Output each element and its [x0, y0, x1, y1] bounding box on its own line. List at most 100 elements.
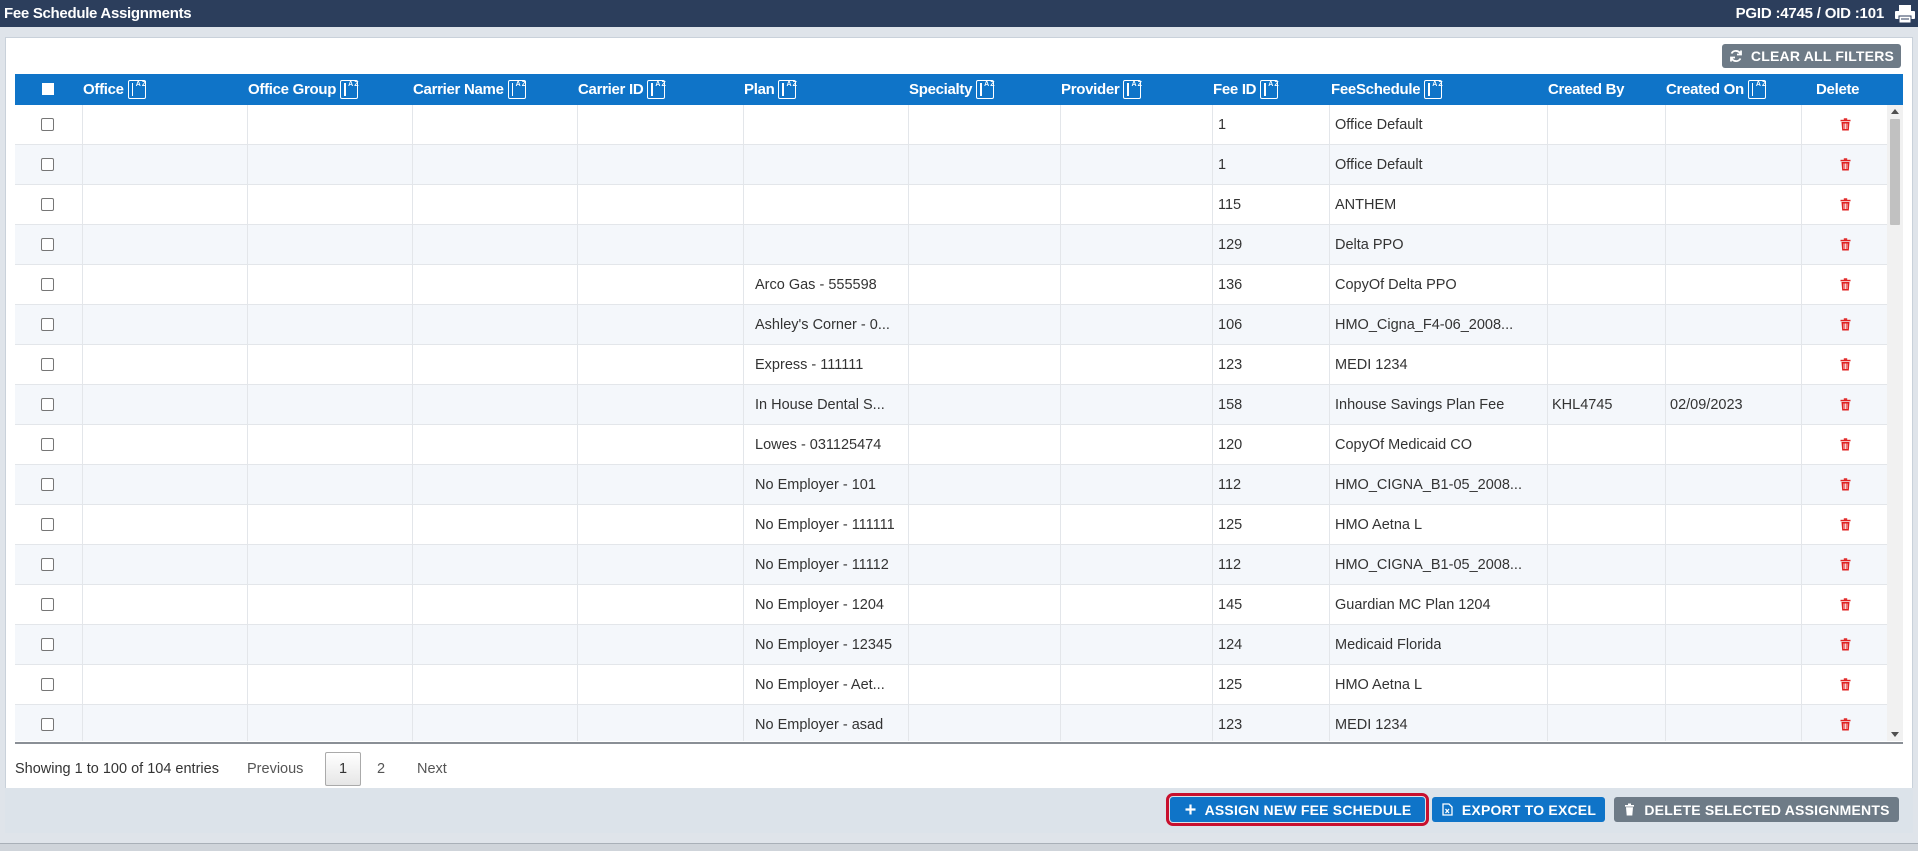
delete-row-trash-icon[interactable] — [1840, 478, 1851, 491]
table-row[interactable]: No Employer - 101 112 HMO_CIGNA_B1-05_2008… — [15, 465, 1887, 505]
clear-all-filters-button[interactable]: CLEAR ALL FILTERS — [1722, 44, 1901, 68]
fee-schedule-cell: HMO_CIGNA_B1-05_2008... — [1335, 477, 1522, 493]
table-row[interactable]: Lowes - 031125474 120 CopyOf Medicaid CO — [15, 425, 1887, 465]
table-row[interactable]: No Employer - 1204 145 Guardian MC Plan 12… — [15, 585, 1887, 625]
delete-row-trash-icon[interactable] — [1840, 398, 1851, 411]
scroll-down-arrow[interactable] — [1891, 732, 1899, 737]
export-to-excel-button[interactable]: EXPORT TO EXCEL — [1432, 797, 1605, 822]
sort-icon[interactable] — [976, 80, 995, 99]
delete-row-trash-icon[interactable] — [1840, 638, 1851, 651]
row-checkbox[interactable] — [41, 318, 54, 331]
col-header-created-on[interactable]: Created On — [1666, 74, 1766, 105]
column-divider — [1329, 265, 1330, 304]
table-row[interactable]: Express - 111111 123 MEDI 1234 — [15, 345, 1887, 385]
column-divider — [247, 465, 248, 504]
row-checkbox[interactable] — [41, 398, 54, 411]
row-checkbox[interactable] — [41, 278, 54, 291]
table-row[interactable]: No Employer - 11112 112 HMO_CIGNA_B1-05_20… — [15, 545, 1887, 585]
column-divider — [1801, 385, 1802, 424]
grid-scrollbar[interactable] — [1887, 105, 1903, 741]
col-header-delete: Delete — [1816, 81, 1860, 98]
col-header-carrier-id[interactable]: Carrier ID — [578, 74, 666, 105]
delete-row-trash-icon[interactable] — [1840, 278, 1851, 291]
sort-icon[interactable] — [647, 80, 666, 99]
delete-row-trash-icon[interactable] — [1840, 318, 1851, 331]
row-checkbox[interactable] — [41, 518, 54, 531]
column-divider — [577, 665, 578, 704]
row-checkbox[interactable] — [41, 198, 54, 211]
delete-row-trash-icon[interactable] — [1840, 438, 1851, 451]
column-divider — [1329, 465, 1330, 504]
row-checkbox[interactable] — [41, 558, 54, 571]
row-checkbox[interactable] — [41, 478, 54, 491]
delete-row-trash-icon[interactable] — [1840, 198, 1851, 211]
table-row[interactable]: No Employer - Aet... 125 HMO Aetna L — [15, 665, 1887, 705]
row-checkbox[interactable] — [41, 678, 54, 691]
table-row[interactable]: No Employer - 12345 124 Medicaid Florida — [15, 625, 1887, 665]
fee-schedule-cell: Delta PPO — [1335, 237, 1404, 253]
table-row[interactable]: In House Dental S... 158 Inhouse Savings P… — [15, 385, 1887, 425]
col-header-office-group[interactable]: Office Group — [248, 74, 359, 105]
row-checkbox[interactable] — [41, 238, 54, 251]
column-divider — [247, 105, 248, 144]
column-divider — [1212, 665, 1213, 704]
col-header-plan[interactable]: Plan — [744, 74, 797, 105]
table-row[interactable]: 1 Office Default — [15, 105, 1887, 145]
table-row[interactable]: Ashley's Corner - 0... 106 HMO_Cigna_F4-06… — [15, 305, 1887, 345]
delete-row-trash-icon[interactable] — [1840, 238, 1851, 251]
delete-row-trash-icon[interactable] — [1840, 518, 1851, 531]
col-header-provider[interactable]: Provider — [1061, 74, 1142, 105]
column-divider — [908, 225, 909, 264]
row-checkbox[interactable] — [41, 158, 54, 171]
row-checkbox[interactable] — [41, 118, 54, 131]
row-checkbox[interactable] — [41, 438, 54, 451]
row-checkbox[interactable] — [41, 638, 54, 651]
column-divider — [1547, 465, 1548, 504]
sort-icon[interactable] — [778, 80, 797, 99]
select-all-checkbox[interactable] — [42, 83, 54, 95]
table-row[interactable]: 129 Delta PPO — [15, 225, 1887, 265]
print-icon[interactable] — [1894, 4, 1916, 24]
page-1-button[interactable]: 1 — [325, 752, 361, 786]
col-header-carrier-name[interactable]: Carrier Name — [413, 74, 526, 105]
scroll-up-arrow[interactable] — [1891, 109, 1899, 114]
delete-row-trash-icon[interactable] — [1840, 598, 1851, 611]
row-checkbox[interactable] — [41, 598, 54, 611]
delete-selected-assignments-button[interactable]: DELETE SELECTED ASSIGNMENTS — [1614, 797, 1899, 822]
col-header-created-by[interactable]: Created By — [1548, 74, 1625, 105]
column-divider — [1212, 585, 1213, 624]
scroll-thumb[interactable] — [1890, 119, 1900, 225]
table-row[interactable]: No Employer - asad 123 MEDI 1234 — [15, 705, 1887, 741]
page-2-button[interactable]: 2 — [377, 761, 385, 777]
col-header-fee-id[interactable]: Fee ID — [1213, 74, 1279, 105]
trash-icon — [1625, 803, 1635, 816]
previous-page-button[interactable]: Previous — [247, 761, 303, 777]
delete-row-trash-icon[interactable] — [1840, 558, 1851, 571]
table-row[interactable]: 115 ANTHEM — [15, 185, 1887, 225]
sort-icon[interactable] — [1123, 80, 1142, 99]
sort-icon[interactable] — [340, 80, 359, 99]
col-header-fee-schedule[interactable]: FeeSchedule — [1331, 74, 1443, 105]
sort-icon[interactable] — [507, 80, 526, 99]
column-divider — [412, 345, 413, 384]
sort-icon[interactable] — [1424, 80, 1443, 99]
table-row[interactable]: Arco Gas - 555598 136 CopyOf Delta PPO — [15, 265, 1887, 305]
col-header-office[interactable]: Office — [83, 74, 146, 105]
row-checkbox[interactable] — [41, 358, 54, 371]
row-checkbox[interactable] — [41, 718, 54, 731]
delete-row-trash-icon[interactable] — [1840, 158, 1851, 171]
delete-row-trash-icon[interactable] — [1840, 678, 1851, 691]
table-row[interactable]: No Employer - 111111 125 HMO Aetna L — [15, 505, 1887, 545]
sort-icon[interactable] — [1260, 80, 1279, 99]
assign-new-fee-schedule-button[interactable]: ASSIGN NEW FEE SCHEDULE — [1166, 793, 1429, 826]
col-header-specialty[interactable]: Specialty — [909, 74, 995, 105]
column-divider — [247, 425, 248, 464]
next-page-button[interactable]: Next — [417, 761, 447, 777]
sort-icon[interactable] — [127, 80, 146, 99]
delete-row-trash-icon[interactable] — [1840, 358, 1851, 371]
delete-row-trash-icon[interactable] — [1840, 118, 1851, 131]
sort-icon[interactable] — [1747, 80, 1766, 99]
table-row[interactable]: 1 Office Default — [15, 145, 1887, 185]
delete-row-trash-icon[interactable] — [1840, 718, 1851, 731]
column-divider — [1212, 505, 1213, 544]
